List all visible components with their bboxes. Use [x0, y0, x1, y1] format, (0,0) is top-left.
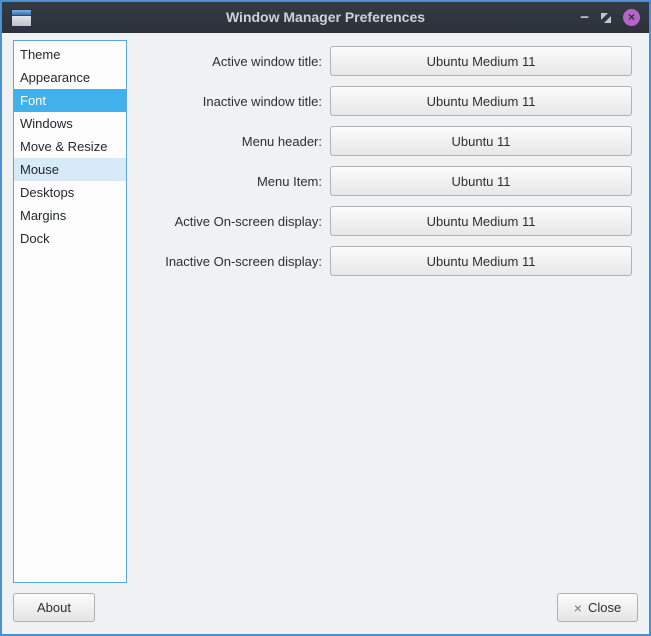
active-osd-font-button[interactable]: Ubuntu Medium 11 [330, 206, 632, 236]
sidebar-item-theme[interactable]: Theme [14, 43, 126, 66]
about-button-label: About [37, 600, 71, 615]
inactive-window-title-font-button[interactable]: Ubuntu Medium 11 [330, 86, 632, 116]
sidebar-item-appearance[interactable]: Appearance [14, 66, 126, 89]
close-button[interactable]: × Close [557, 593, 638, 622]
titlebar-controls: − × [580, 2, 640, 33]
form-row-inactive-osd: Inactive On-screen display: Ubuntu Mediu… [130, 246, 632, 276]
sidebar-item-windows[interactable]: Windows [14, 112, 126, 135]
active-window-title-label: Active window title: [130, 54, 322, 69]
menu-item-font-button[interactable]: Ubuntu 11 [330, 166, 632, 196]
sidebar-item-desktops[interactable]: Desktops [14, 181, 126, 204]
font-settings-form: Active window title: Ubuntu Medium 11 In… [130, 46, 632, 286]
window-title: Window Manager Preferences [2, 2, 649, 33]
close-button-x-icon: × [574, 600, 582, 616]
close-window-icon[interactable]: × [623, 9, 640, 26]
titlebar: Window Manager Preferences − × [2, 2, 649, 33]
maximize-icon[interactable] [600, 12, 612, 24]
active-osd-label: Active On-screen display: [130, 214, 322, 229]
form-row-inactive-window-title: Inactive window title: Ubuntu Medium 11 [130, 86, 632, 116]
sidebar-item-move-resize[interactable]: Move & Resize [14, 135, 126, 158]
inactive-osd-label: Inactive On-screen display: [130, 254, 322, 269]
category-list: Theme Appearance Font Windows Move & Res… [13, 40, 127, 583]
minimize-icon[interactable]: − [580, 2, 589, 33]
active-window-title-font-button[interactable]: Ubuntu Medium 11 [330, 46, 632, 76]
sidebar-item-font[interactable]: Font [14, 89, 126, 112]
sidebar-item-dock[interactable]: Dock [14, 227, 126, 250]
sidebar-item-mouse[interactable]: Mouse [14, 158, 126, 181]
close-button-label: Close [588, 600, 621, 615]
inactive-osd-font-button[interactable]: Ubuntu Medium 11 [330, 246, 632, 276]
sidebar-item-margins[interactable]: Margins [14, 204, 126, 227]
window-manager-preferences-dialog: Window Manager Preferences − × Theme App… [0, 0, 651, 636]
form-row-menu-header: Menu header: Ubuntu 11 [130, 126, 632, 156]
menu-header-label: Menu header: [130, 134, 322, 149]
inactive-window-title-label: Inactive window title: [130, 94, 322, 109]
form-row-menu-item: Menu Item: Ubuntu 11 [130, 166, 632, 196]
about-button[interactable]: About [13, 593, 95, 622]
menu-header-font-button[interactable]: Ubuntu 11 [330, 126, 632, 156]
form-row-active-osd: Active On-screen display: Ubuntu Medium … [130, 206, 632, 236]
menu-item-label: Menu Item: [130, 174, 322, 189]
form-row-active-window-title: Active window title: Ubuntu Medium 11 [130, 46, 632, 76]
